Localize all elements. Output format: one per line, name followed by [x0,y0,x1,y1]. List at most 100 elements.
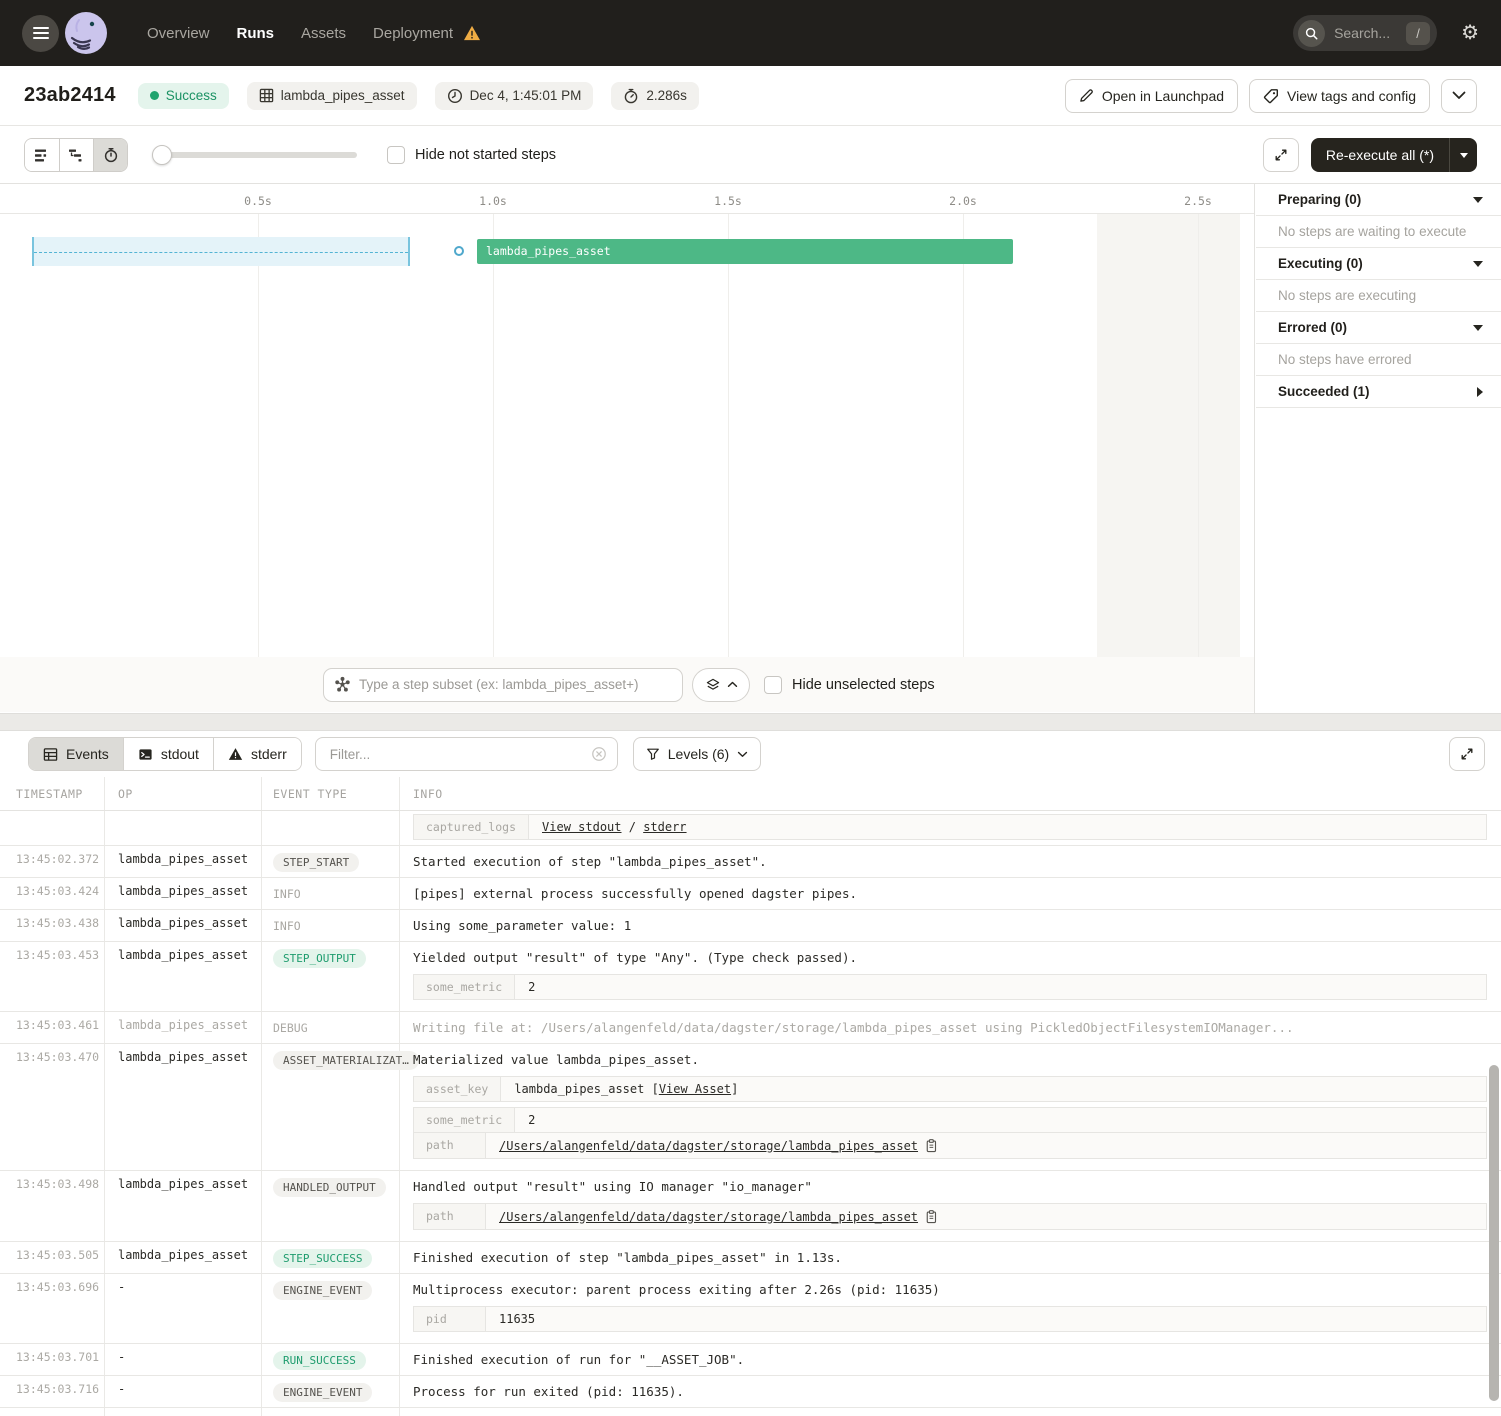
metadata-key: captured_logs [414,815,529,839]
log-filter-input[interactable] [330,747,591,762]
events-scrollbar[interactable] [1489,1065,1499,1401]
metadata-text: View stdout / stderr [542,820,687,834]
top-nav: Overview Runs Assets Deployment Search..… [0,0,1501,66]
expand-events-button[interactable] [1449,737,1485,771]
waterfall-view-button[interactable] [59,139,93,171]
table-row[interactable]: 13:45:03.424lambda_pipes_assetINFO[pipes… [0,878,1501,910]
table-row[interactable]: captured_logs View stdout / stderr [0,811,1501,846]
col-event-type: EVENT TYPE [262,777,400,810]
table-row[interactable]: 13:45:03.498lambda_pipes_assetHANDLED_OU… [0,1171,1501,1242]
open-in-launchpad-button[interactable]: Open in Launchpad [1065,79,1238,113]
metadata-row: path/Users/alangenfeld/data/dagster/stor… [414,1204,1486,1229]
section-executing[interactable]: Executing (0) [1256,248,1501,280]
table-row[interactable]: 13:45:03.453lambda_pipes_assetSTEP_OUTPU… [0,942,1501,1012]
search-input[interactable]: Search... / [1293,15,1437,51]
panel-resize-handle[interactable] [0,713,1501,731]
log-filter-input-wrap [315,737,618,771]
status-label: Success [166,88,217,103]
table-row[interactable]: 13:45:03.438lambda_pipes_assetINFOUsing … [0,910,1501,942]
metadata-link[interactable]: /Users/alangenfeld/data/dagster/storage/… [499,1139,918,1153]
dagster-logo[interactable] [65,12,107,54]
copy-icon[interactable] [924,1209,938,1224]
table-row[interactable]: 13:45:02.372lambda_pipes_assetSTEP_START… [0,846,1501,878]
metadata-text: 2 [528,1113,535,1127]
gantt-timeline-header: 0.5s 1.0s 1.5s 2.0s 2.5s [0,184,1254,214]
expand-gantt-button[interactable] [1263,138,1299,172]
step-subset-input[interactable] [359,677,672,692]
menu-icon[interactable] [22,15,59,52]
metadata-link[interactable]: /Users/alangenfeld/data/dagster/storage/… [499,1210,918,1224]
duration-pill: 2.286s [611,82,699,110]
terminal-icon [138,747,153,762]
events-table: TIMESTAMP OP EVENT TYPE INFO captured_lo… [0,777,1501,1416]
copy-icon[interactable] [924,1138,938,1153]
event-op: lambda_pipes_asset [105,1171,262,1241]
event-op: lambda_pipes_asset [105,1012,262,1043]
step-subset-input-wrap [323,668,683,702]
section-executing-empty-text: No steps are executing [1278,288,1416,303]
table-row[interactable]: 13:45:03.701-RUN_SUCCESSFinished executi… [0,1344,1501,1376]
event-type-badge: INFO [273,887,301,901]
nav-item-runs[interactable]: Runs [237,25,275,42]
gantt-chart: lambda_pipes_asset [0,214,1254,712]
empty-cell [105,1408,262,1416]
tick-label: 1.0s [479,194,507,208]
table-row[interactable]: 13:45:03.505lambda_pipes_assetSTEP_SUCCE… [0,1242,1501,1274]
metadata-link[interactable]: stderr [643,820,686,834]
tab-stderr[interactable]: stderr [213,738,301,770]
collapse-icon [1473,325,1483,331]
table-row[interactable]: 13:45:03.461lambda_pipes_assetDEBUGWriti… [0,1012,1501,1044]
levels-dropdown[interactable]: Levels (6) [633,737,761,771]
event-message: Finished execution of step "lambda_pipes… [413,1248,1487,1266]
flat-view-button[interactable] [25,139,59,171]
timed-view-button[interactable] [93,139,127,171]
zoom-slider[interactable] [152,145,357,165]
tab-stdout[interactable]: stdout [123,738,213,770]
hide-not-started-checkbox[interactable] [387,146,405,164]
event-timestamp: 13:45:03.470 [0,1044,105,1170]
metadata-table: some_metric2path/Users/alangenfeld/data/… [413,1107,1487,1159]
zoom-slider-knob[interactable] [152,145,172,165]
nav-item-overview[interactable]: Overview [147,25,210,42]
job-pill[interactable]: lambda_pipes_asset [247,82,417,110]
events-toolbar: Events stdout stderr [0,731,1501,777]
collapse-icon [1473,197,1483,203]
dependency-marker-icon [454,246,464,256]
event-type-badge: ENGINE_EVENT [273,1383,372,1402]
empty-cell [400,1408,1501,1416]
section-errored[interactable]: Errored (0) [1256,312,1501,344]
section-preparing-empty-text: No steps are waiting to execute [1278,224,1466,239]
metadata-text: 2 [528,1113,535,1127]
gear-icon[interactable]: ⚙ [1461,23,1479,43]
table-row[interactable]: 13:45:03.716-ENGINE_EVENTProcess for run… [0,1376,1501,1408]
graph-options-button[interactable] [692,668,750,702]
gantt-view-toggle [24,138,128,172]
section-preparing[interactable]: Preparing (0) [1256,184,1501,216]
step-status-panel: Preparing (0) No steps are waiting to ex… [1256,184,1501,713]
nav-item-assets[interactable]: Assets [301,25,346,42]
tab-events[interactable]: Events [29,738,123,770]
section-succeeded[interactable]: Succeeded (1) [1256,376,1501,408]
event-op: - [105,1344,262,1375]
gantt-step-bar[interactable]: lambda_pipes_asset [477,239,1013,264]
run-more-actions-button[interactable] [1441,79,1477,113]
reexecute-all-button[interactable]: Re-execute all (*) [1311,138,1477,172]
metadata-link[interactable]: View Asset [659,1082,731,1096]
nav-item-deployment[interactable]: Deployment [373,25,453,42]
event-timestamp: 13:45:03.461 [0,1012,105,1043]
col-timestamp: TIMESTAMP [0,777,105,810]
event-message: Finished execution of run for "__ASSET_J… [413,1350,1487,1368]
table-row[interactable]: 13:45:03.470lambda_pipes_assetASSET_MATE… [0,1044,1501,1171]
clear-filter-icon[interactable] [591,746,607,762]
view-tags-config-button[interactable]: View tags and config [1249,79,1430,113]
metadata-value: 11635 [486,1307,548,1331]
events-table-header: TIMESTAMP OP EVENT TYPE INFO [0,777,1501,811]
table-row[interactable]: 13:45:03.696-ENGINE_EVENTMultiprocess ex… [0,1274,1501,1344]
metadata-link[interactable]: View stdout [542,820,621,834]
event-op: lambda_pipes_asset [105,878,262,909]
reexecute-dropdown-button[interactable] [1450,138,1477,172]
op-selection-icon [334,676,351,693]
hide-unselected-checkbox[interactable] [764,676,782,694]
metadata-table: path/Users/alangenfeld/data/dagster/stor… [413,1203,1487,1230]
chevron-down-icon [1452,91,1466,100]
